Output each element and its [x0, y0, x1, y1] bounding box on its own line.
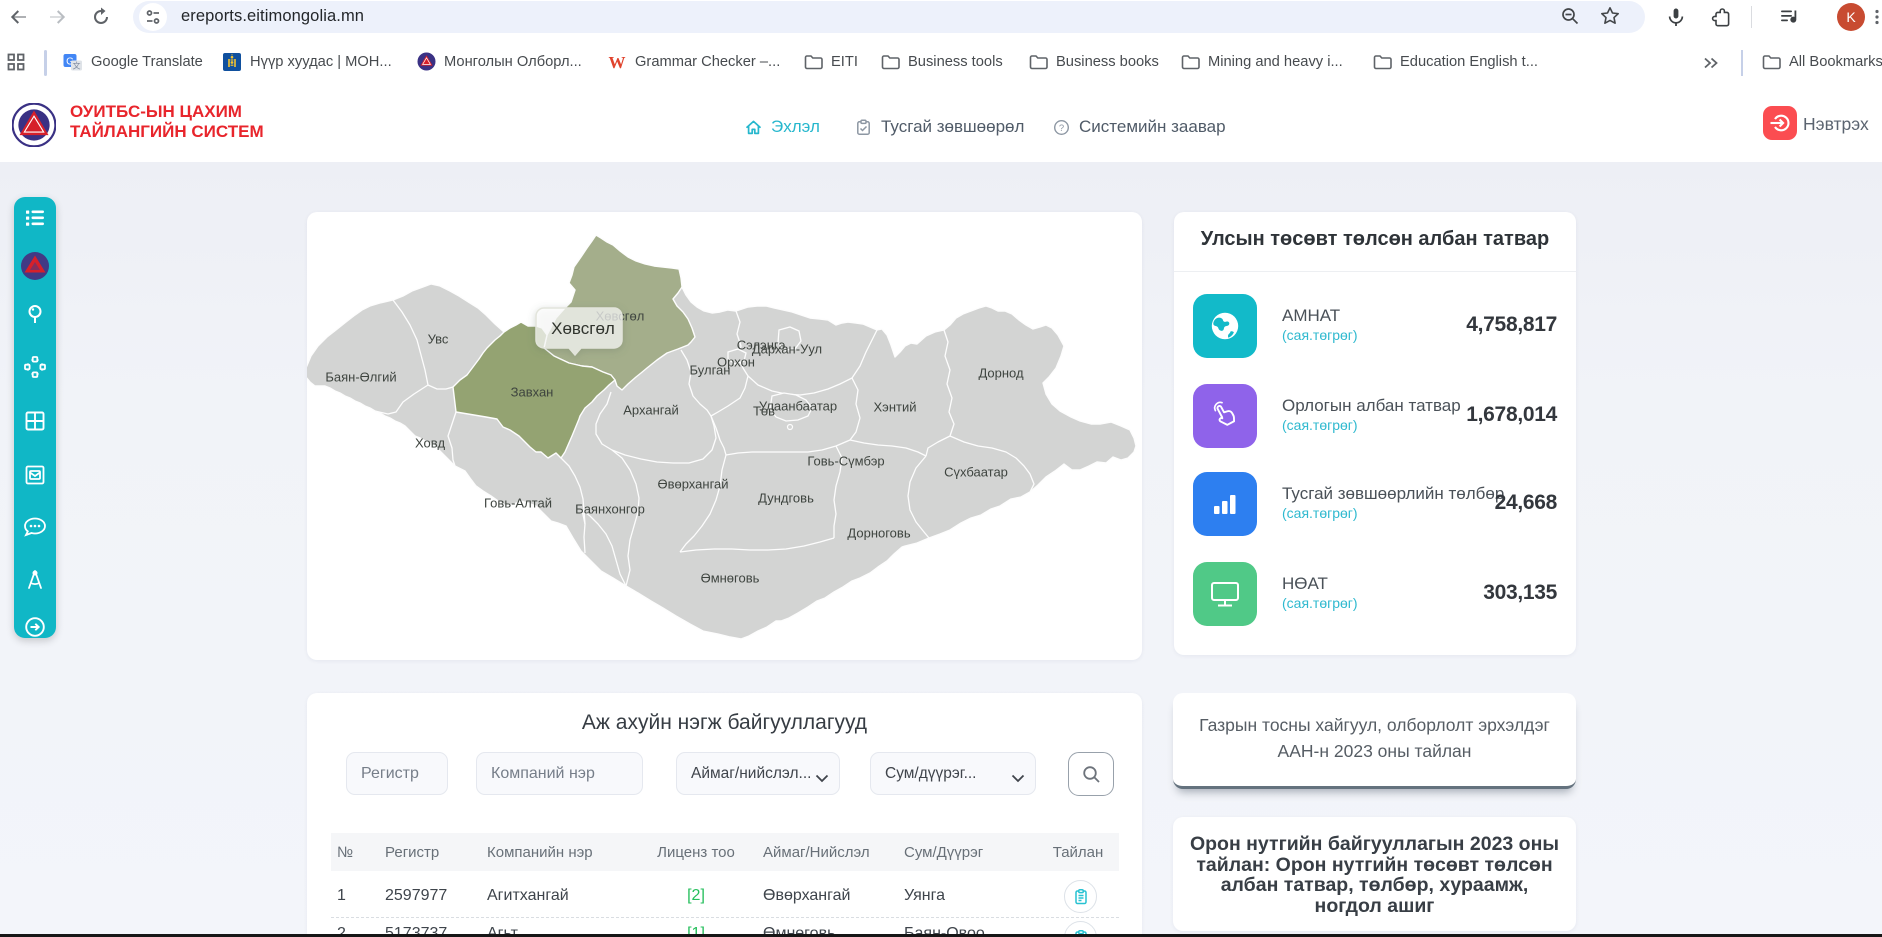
svg-text:Говь-Сүмбэр: Говь-Сүмбэр [807, 454, 884, 469]
svg-text:Баян-Өлгий: Баян-Өлгий [325, 370, 396, 385]
svg-text:Увс: Увс [428, 332, 449, 347]
svg-text:Хөвсгөл: Хөвсгөл [551, 319, 615, 338]
svg-text:Говь-Алтай: Говь-Алтай [484, 496, 552, 511]
svg-text:Дорноговь: Дорноговь [847, 526, 910, 541]
svg-text:Завхан: Завхан [511, 385, 554, 400]
svg-text:Сүхбаатар: Сүхбаатар [944, 465, 1008, 480]
svg-text:Өвөрхангай: Өвөрхангай [657, 477, 728, 492]
svg-text:Хэнтий: Хэнтий [874, 400, 917, 415]
svg-text:Баянхонгор: Баянхонгор [575, 502, 645, 517]
svg-text:Төв: Төв [753, 404, 775, 419]
svg-text:Орхон: Орхон [717, 355, 755, 370]
svg-text:文: 文 [73, 61, 81, 71]
svg-text:Ховд: Ховд [415, 436, 446, 451]
svg-text:?: ? [1059, 122, 1064, 133]
svg-text:Өмнөговь: Өмнөговь [701, 571, 760, 586]
svg-text:Дархан-Уул: Дархан-Уул [752, 342, 822, 357]
svg-text:Архангай: Архангай [623, 403, 678, 418]
svg-text:Дорнод: Дорнод [978, 366, 1024, 381]
svg-text:Дундговь: Дундговь [758, 491, 814, 506]
svg-text:W: W [609, 53, 626, 72]
